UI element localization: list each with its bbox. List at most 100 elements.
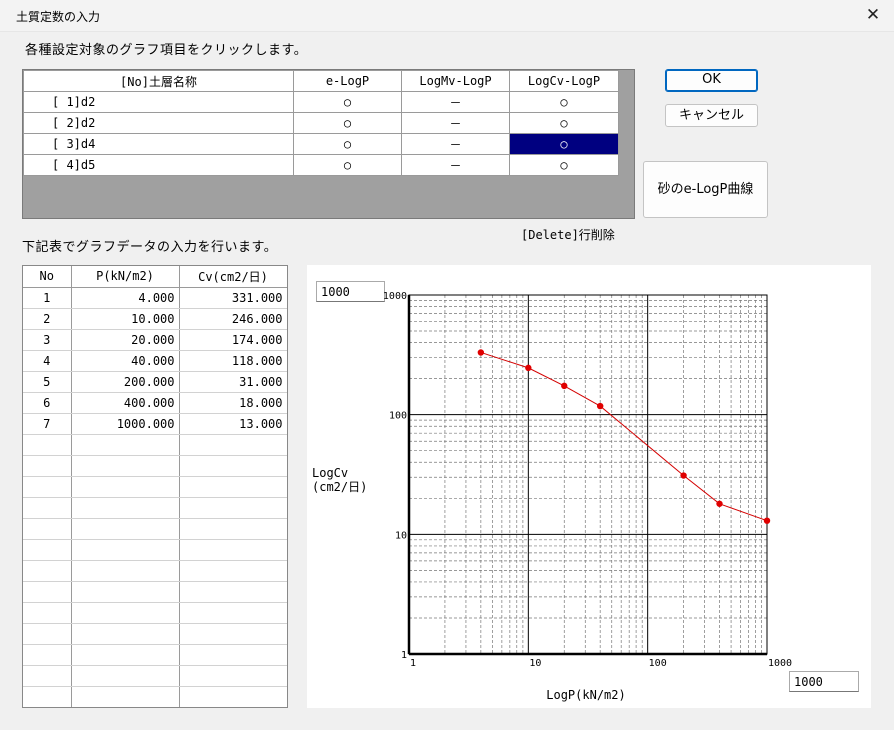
cv-cell[interactable]: 331.000 xyxy=(179,287,287,309)
empty-cell[interactable] xyxy=(179,644,287,666)
x-tick-label: 10 xyxy=(529,658,541,669)
data-instruction: 下記表でグラフデータの入力を行います。 xyxy=(22,240,278,255)
cv-cell[interactable]: 31.000 xyxy=(179,371,287,393)
graph-item-cell-mv[interactable]: － xyxy=(401,133,510,155)
empty-cell[interactable] xyxy=(179,539,287,561)
empty-table-row[interactable] xyxy=(23,602,287,624)
empty-cell[interactable] xyxy=(71,539,180,561)
empty-cell[interactable] xyxy=(71,476,180,498)
table-row: 6 400.000 18.000 xyxy=(23,392,287,414)
empty-table-row[interactable] xyxy=(23,434,287,456)
table-row: 2 10.000 246.000 xyxy=(23,308,287,330)
pressure-cell[interactable]: 1000.000 xyxy=(71,413,180,435)
pressure-cell[interactable]: 20.000 xyxy=(71,329,180,351)
empty-cell[interactable] xyxy=(179,434,287,456)
empty-cell[interactable] xyxy=(23,623,72,645)
empty-cell[interactable] xyxy=(179,560,287,582)
data-point-marker xyxy=(561,382,568,390)
empty-cell[interactable] xyxy=(179,581,287,603)
empty-cell[interactable] xyxy=(23,644,72,666)
empty-table-row[interactable] xyxy=(23,497,287,519)
empty-cell[interactable] xyxy=(23,434,72,456)
data-header-0: No xyxy=(23,266,72,288)
data-point-marker xyxy=(477,349,485,356)
layer-name-cell: [ 2]d2 xyxy=(23,112,294,134)
empty-cell[interactable] xyxy=(71,665,180,687)
cv-cell[interactable]: 246.000 xyxy=(179,308,287,330)
empty-cell[interactable] xyxy=(23,497,72,519)
ok-button[interactable]: OK xyxy=(665,69,758,92)
graph-item-cell-cv[interactable]: ○ xyxy=(509,91,619,113)
pressure-cell[interactable]: 10.000 xyxy=(71,308,180,330)
empty-cell[interactable] xyxy=(23,539,72,561)
layer-table: [No]土層名称 e-LogP LogMv-LogP LogCv-LogP [ 1]d… xyxy=(23,70,619,176)
empty-cell[interactable] xyxy=(179,602,287,624)
graph-item-cell-mv[interactable]: － xyxy=(401,112,510,134)
empty-table-row[interactable] xyxy=(23,623,287,645)
empty-table-row[interactable] xyxy=(23,560,287,582)
empty-table-row[interactable] xyxy=(23,644,287,666)
empty-cell[interactable] xyxy=(179,623,287,645)
cv-cell[interactable]: 13.000 xyxy=(179,413,287,435)
empty-cell[interactable] xyxy=(71,686,180,707)
graph-item-cell-cv[interactable]: ○ xyxy=(509,112,619,134)
close-icon[interactable]: ✕ xyxy=(860,4,886,28)
y-tick-label: 100 xyxy=(389,411,407,422)
empty-cell[interactable] xyxy=(71,497,180,519)
graph-item-cell-cv[interactable]: ○ xyxy=(509,133,619,155)
graph-item-cell-e[interactable]: ○ xyxy=(293,112,402,134)
graph-item-cell-mv[interactable]: － xyxy=(401,91,510,113)
empty-cell[interactable] xyxy=(71,518,180,540)
empty-cell[interactable] xyxy=(23,686,72,707)
empty-cell[interactable] xyxy=(71,581,180,603)
empty-cell[interactable] xyxy=(179,455,287,477)
layer-header-0: [No]土層名称 xyxy=(23,70,294,92)
cancel-button[interactable]: キャンセル xyxy=(665,104,758,127)
empty-cell[interactable] xyxy=(23,455,72,477)
pressure-cell[interactable]: 400.000 xyxy=(71,392,180,414)
empty-cell[interactable] xyxy=(23,518,72,540)
data-point-marker xyxy=(763,517,771,524)
empty-cell[interactable] xyxy=(23,581,72,603)
empty-cell[interactable] xyxy=(71,602,180,624)
empty-cell[interactable] xyxy=(23,665,72,687)
pressure-cell[interactable]: 40.000 xyxy=(71,350,180,372)
empty-cell[interactable] xyxy=(179,665,287,687)
empty-cell[interactable] xyxy=(71,455,180,477)
empty-cell[interactable] xyxy=(71,434,180,456)
row-number-cell: 6 xyxy=(23,392,72,414)
layer-header-1: e-LogP xyxy=(293,70,402,92)
logcv-logp-chart[interactable]: 1 10 100 1000 1 10 100 1000 LogP(kN/m2) LogCv(cm2… xyxy=(307,265,871,708)
empty-cell[interactable] xyxy=(23,560,72,582)
pressure-cell[interactable]: 200.000 xyxy=(71,371,180,393)
empty-table-row[interactable] xyxy=(23,581,287,603)
empty-cell[interactable] xyxy=(179,518,287,540)
empty-cell[interactable] xyxy=(23,476,72,498)
empty-table-row[interactable] xyxy=(23,539,287,561)
empty-cell[interactable] xyxy=(179,497,287,519)
empty-table-row[interactable] xyxy=(23,686,287,707)
empty-table-row[interactable] xyxy=(23,518,287,540)
empty-table-row[interactable] xyxy=(23,455,287,477)
layer-header-3: LogCv-LogP xyxy=(509,70,619,92)
empty-table-row[interactable] xyxy=(23,476,287,498)
empty-cell[interactable] xyxy=(23,602,72,624)
graph-item-cell-e[interactable]: ○ xyxy=(293,154,402,176)
cv-cell[interactable]: 174.000 xyxy=(179,329,287,351)
cv-cell[interactable]: 118.000 xyxy=(179,350,287,372)
empty-cell[interactable] xyxy=(71,623,180,645)
empty-cell[interactable] xyxy=(71,644,180,666)
empty-cell[interactable] xyxy=(179,686,287,707)
cv-cell[interactable]: 18.000 xyxy=(179,392,287,414)
empty-table-row[interactable] xyxy=(23,665,287,687)
graph-item-cell-cv[interactable]: ○ xyxy=(509,154,619,176)
x-tick-label: 100 xyxy=(649,658,667,669)
graph-item-cell-e[interactable]: ○ xyxy=(293,133,402,155)
empty-cell[interactable] xyxy=(71,560,180,582)
sand-e-logp-curve-button[interactable]: 砂のe-LogP曲線 xyxy=(643,161,768,218)
pressure-cell[interactable]: 4.000 xyxy=(71,287,180,309)
graph-item-cell-mv[interactable]: － xyxy=(401,154,510,176)
empty-cell[interactable] xyxy=(179,476,287,498)
y-tick-label: 10 xyxy=(395,530,407,541)
graph-item-cell-e[interactable]: ○ xyxy=(293,91,402,113)
